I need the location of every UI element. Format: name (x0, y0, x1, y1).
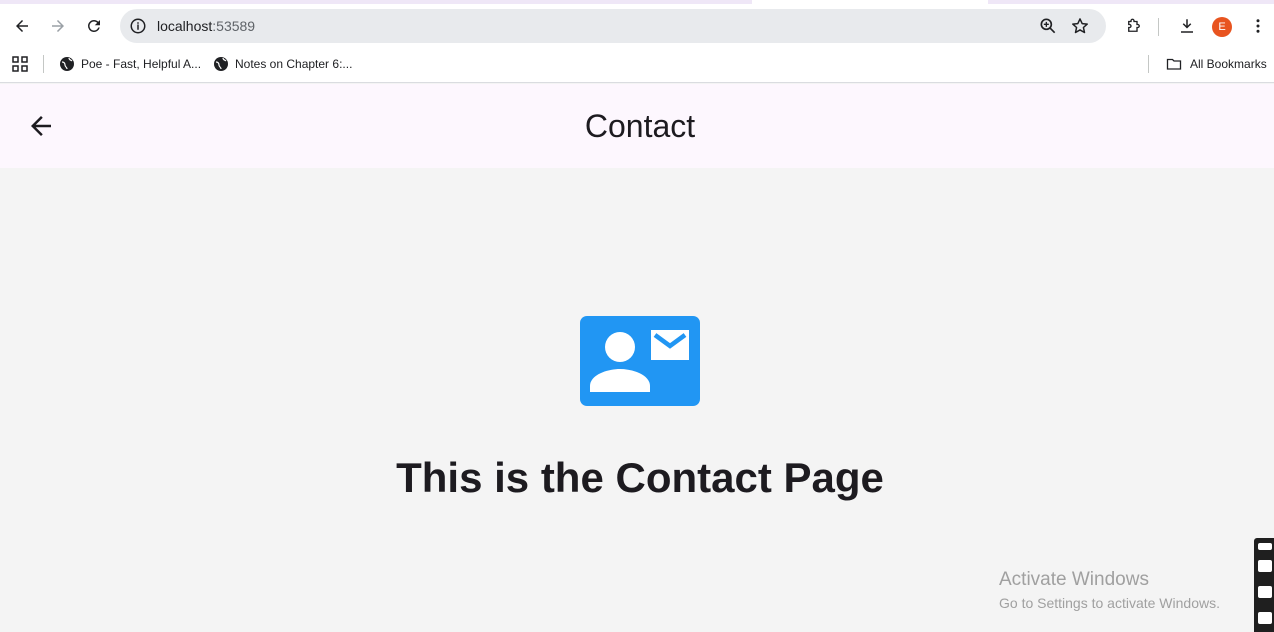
bookmarks-divider (43, 55, 44, 73)
globe-icon (60, 57, 74, 71)
more-vert-icon (1256, 19, 1260, 33)
arrow-right-icon (52, 20, 64, 32)
globe-icon (214, 57, 228, 71)
window-icon[interactable] (1258, 612, 1272, 624)
page-heading: This is the Contact Page (396, 454, 884, 501)
apps-grid-icon[interactable] (12, 56, 28, 72)
profile-avatar[interactable]: E (1212, 17, 1232, 37)
puzzle-icon (1128, 18, 1140, 32)
url-port: :53589 (212, 18, 256, 34)
watermark-subtitle: Go to Settings to activate Windows. (999, 595, 1220, 611)
downloads-button[interactable] (1173, 12, 1201, 40)
browser-back-button[interactable] (8, 12, 36, 40)
extensions-button[interactable] (1120, 12, 1148, 40)
watermark-title: Activate Windows (999, 569, 1149, 590)
page-title: Contact (584, 107, 696, 144)
browser-toolbar: localhost:53589 E (0, 4, 1274, 48)
tray-link-icon[interactable] (1258, 543, 1272, 550)
page-body: This is the Contact Page (0, 168, 1274, 632)
download-icon (1181, 19, 1193, 33)
arrow-left-icon (16, 20, 28, 32)
app-bar: Contact (0, 84, 1274, 168)
bookmark-label: Notes on Chapter 6:... (235, 57, 353, 71)
toolbar-divider (1158, 18, 1159, 36)
activate-windows-watermark: Activate Windows Go to Settings to activ… (999, 569, 1220, 611)
site-info-icon[interactable] (129, 17, 147, 35)
bookmark-star-icon[interactable] (1070, 16, 1090, 36)
reload-icon (87, 19, 100, 32)
browser-forward-button[interactable] (44, 12, 72, 40)
bookmarks-bar: Poe - Fast, Helpful A... Notes on Chapte… (0, 48, 1274, 83)
arrow-back-icon[interactable] (26, 111, 56, 141)
bookmark-label: Poe - Fast, Helpful A... (81, 57, 202, 71)
browser-menu-button[interactable] (1244, 12, 1272, 40)
contact-mail-icon (580, 316, 700, 406)
floating-tool-tray[interactable] (1254, 538, 1274, 632)
bookmark-item[interactable]: Poe - Fast, Helpful A... (59, 55, 201, 73)
url-host: localhost (157, 18, 213, 34)
folder-icon (1166, 58, 1182, 70)
camera-icon[interactable] (1258, 560, 1272, 572)
all-bookmarks-button[interactable]: All Bookmarks (1166, 55, 1267, 73)
bookmark-item[interactable]: Notes on Chapter 6:... (213, 55, 352, 73)
reload-button[interactable] (80, 12, 108, 40)
video-icon[interactable] (1258, 586, 1272, 598)
url-text: localhost:53589 (157, 18, 255, 34)
bookmarks-divider (1148, 55, 1149, 73)
address-bar[interactable]: localhost:53589 (120, 9, 1106, 43)
zoom-icon[interactable] (1038, 16, 1058, 36)
all-bookmarks-label: All Bookmarks (1190, 57, 1267, 71)
